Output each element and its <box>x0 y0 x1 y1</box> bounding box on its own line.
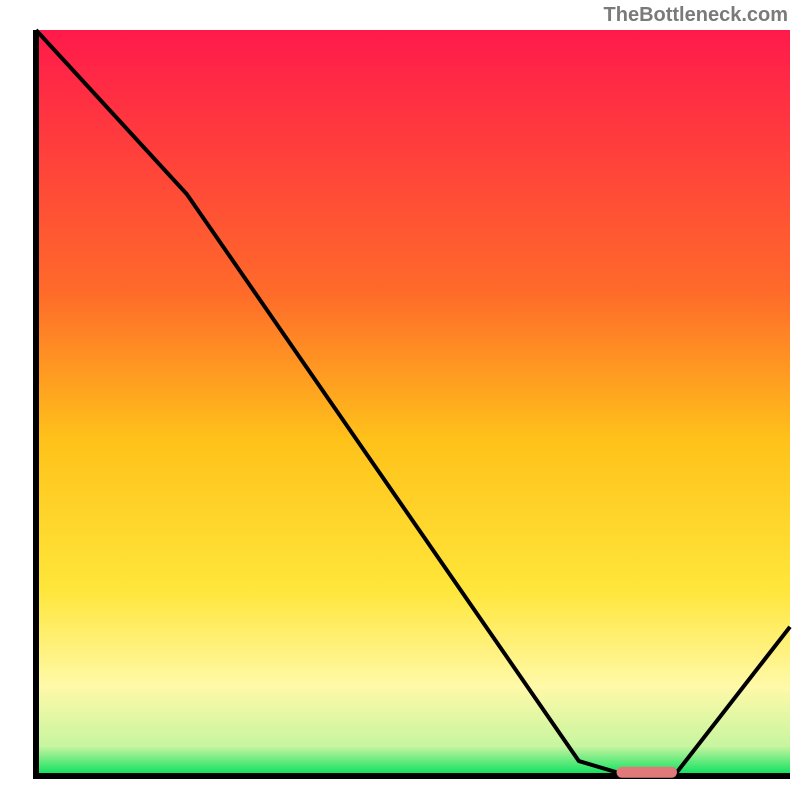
optimal-marker <box>617 767 677 778</box>
watermark-text: TheBottleneck.com <box>604 4 788 27</box>
bottleneck-chart <box>0 0 800 800</box>
chart-container: TheBottleneck.com <box>0 0 800 800</box>
plot-background <box>36 30 790 776</box>
